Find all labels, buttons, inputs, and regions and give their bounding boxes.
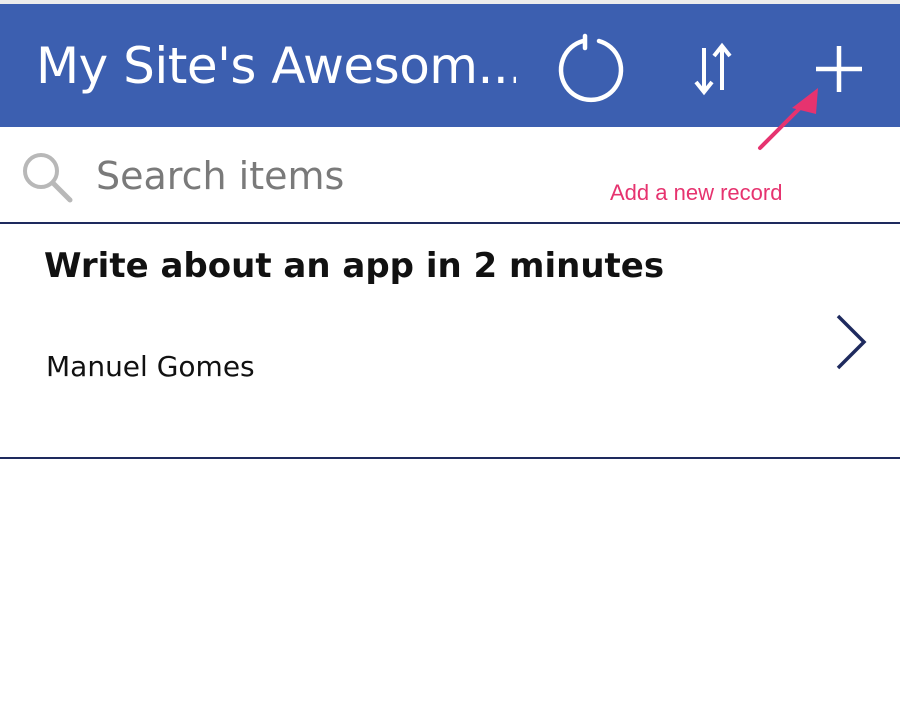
annotation-label: Add a new record bbox=[610, 180, 783, 205]
item-divider bbox=[0, 457, 900, 459]
search-input[interactable] bbox=[96, 146, 576, 206]
chevron-right-icon[interactable] bbox=[830, 312, 872, 372]
sort-icon bbox=[694, 42, 732, 96]
item-title: Write about an app in 2 minutes bbox=[44, 246, 665, 286]
refresh-button[interactable] bbox=[552, 32, 628, 108]
annotation-arrow-icon bbox=[758, 88, 818, 150]
item-subtitle: Manuel Gomes bbox=[46, 350, 255, 383]
page-title: My Site's Awesom... bbox=[36, 37, 516, 95]
sort-button[interactable] bbox=[688, 34, 738, 104]
refresh-icon bbox=[558, 33, 624, 103]
search-icon bbox=[23, 153, 73, 203]
